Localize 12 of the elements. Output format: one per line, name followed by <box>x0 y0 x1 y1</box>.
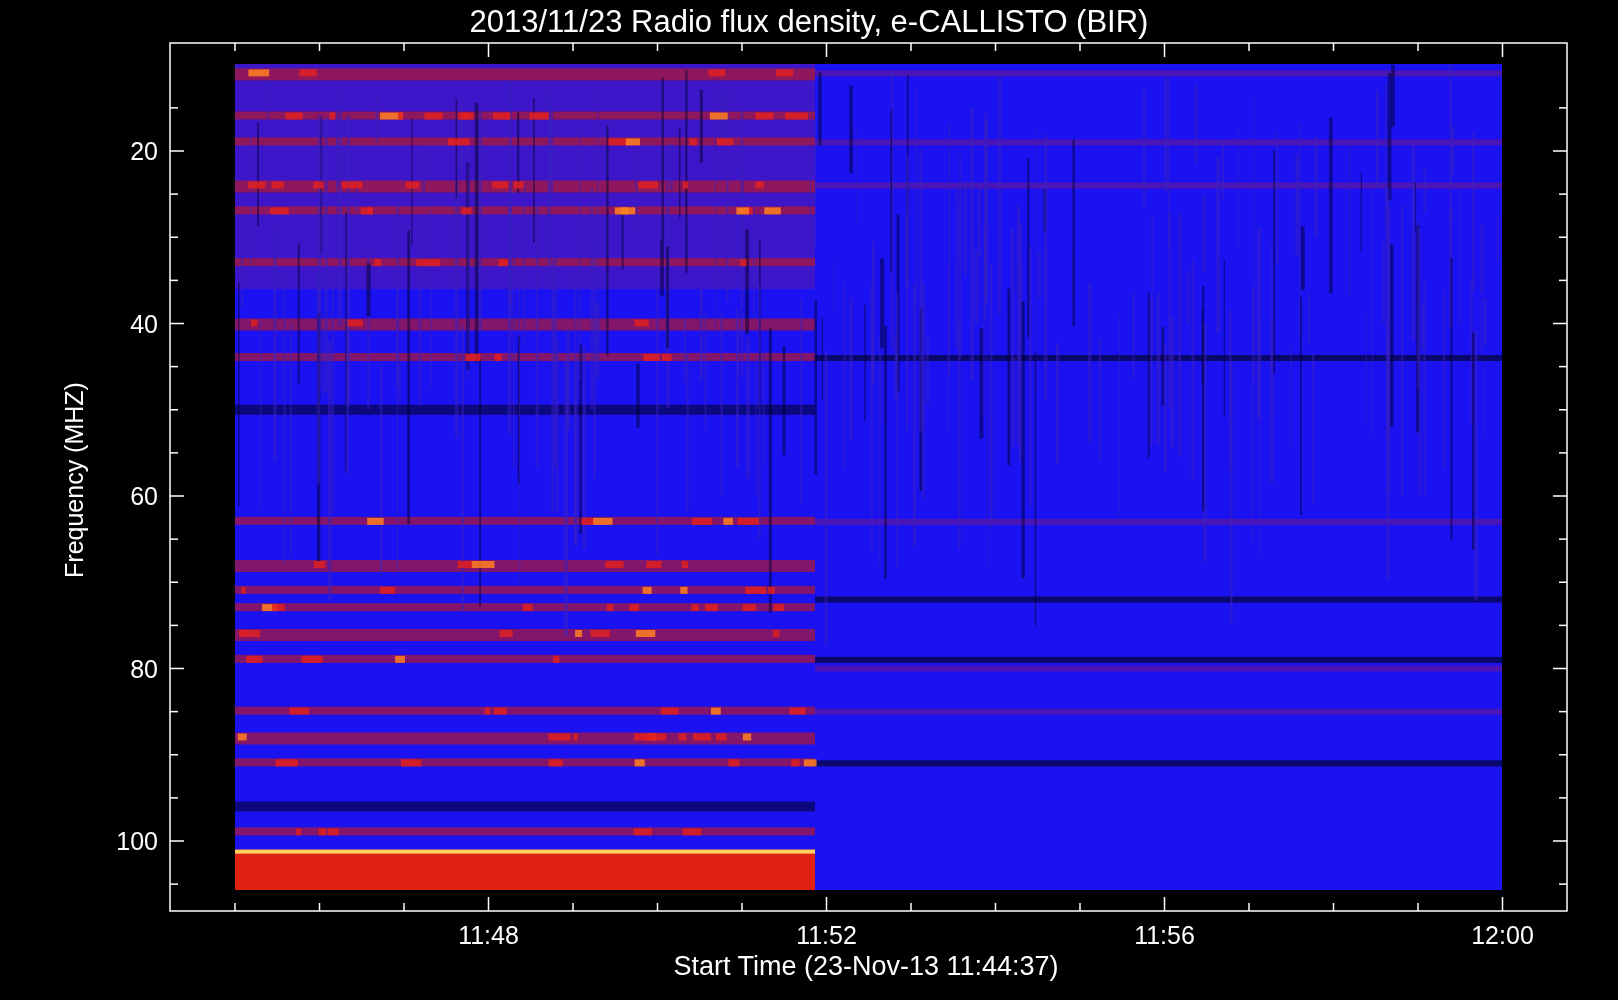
y-tick-label: 20 <box>130 137 158 165</box>
chart-title: 2013/11/23 Radio flux density, e-CALLISTO (BIR) <box>469 4 1149 39</box>
x-tick-label: 11:48 <box>458 921 519 949</box>
y-axis-label: Frequency (MHZ) <box>60 382 88 578</box>
x-tick-label: 11:56 <box>1134 921 1195 949</box>
x-tick-label: 11:52 <box>796 921 857 949</box>
y-tick-label: 40 <box>130 309 158 338</box>
x-tick-label: 12:00 <box>1471 921 1534 949</box>
y-tick-label: 60 <box>130 482 158 510</box>
y-tick-label: 80 <box>130 654 158 683</box>
x-axis-label: Start Time (23-Nov-13 11:44:37) <box>673 951 1059 981</box>
y-tick-label: 100 <box>116 827 158 855</box>
